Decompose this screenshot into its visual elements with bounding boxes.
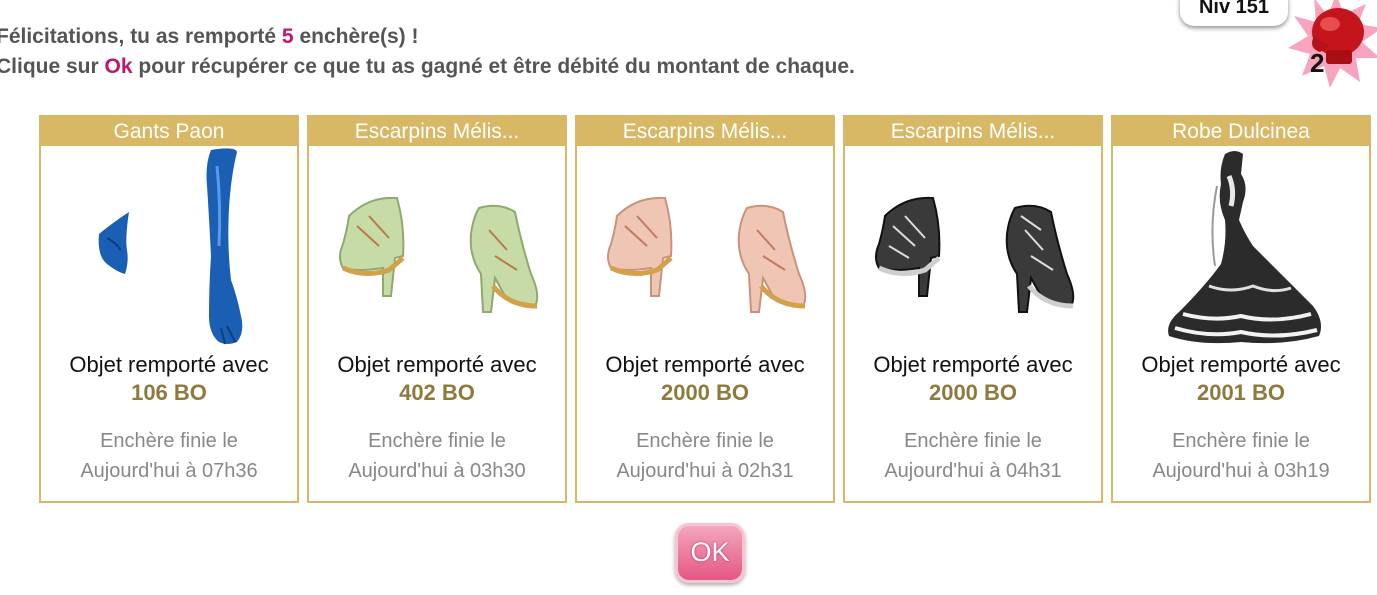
card-title: Gants Paon xyxy=(41,117,297,146)
won-label: Objet remporté avec xyxy=(605,352,805,377)
auction-end-date: Aujourd'hui à 03h30 xyxy=(348,460,526,482)
auction-card: Escarpins Mélis... Objet remporté avec 4… xyxy=(307,115,567,503)
auction-card: Escarpins Mélis... Objet remporté avec 2… xyxy=(575,115,835,503)
congrats-message: Félicitations, tu as remporté 5 enchère(… xyxy=(0,22,855,82)
auction-end-label: Enchère finie le xyxy=(368,430,506,452)
heel-shoe-icon xyxy=(607,196,673,297)
item-image-gloves xyxy=(41,146,297,351)
auction-end-date: Aujourd'hui à 02h31 xyxy=(616,460,794,482)
won-count: 5 xyxy=(281,25,294,48)
won-amount: 2000 BO xyxy=(928,380,1018,405)
heel-shoe-icon xyxy=(737,204,807,313)
heel-shoe-icon xyxy=(339,196,405,297)
ok-keyword: Ok xyxy=(104,55,133,78)
auction-end-label: Enchère finie le xyxy=(904,430,1042,452)
boxing-glove-icon[interactable] xyxy=(1286,0,1377,90)
level-badge: Niv 151 xyxy=(1180,0,1288,26)
congrats-text-end: enchère(s) ! xyxy=(299,25,419,48)
auction-end-date: Aujourd'hui à 07h36 xyxy=(80,460,258,482)
congrats-text: Félicitations, tu as remporté xyxy=(0,25,277,48)
auction-end-label: Enchère finie le xyxy=(1172,430,1310,452)
heel-shoe-icon xyxy=(1005,204,1075,313)
right-glove-icon xyxy=(206,148,243,345)
won-amount: 2001 BO xyxy=(1196,380,1286,405)
won-label: Objet remporté avec xyxy=(873,352,1073,377)
heel-shoe-icon xyxy=(469,204,539,313)
item-image-pink-heels xyxy=(577,146,833,351)
auction-end-date: Aujourd'hui à 03h19 xyxy=(1152,460,1330,482)
won-label: Objet remporté avec xyxy=(69,352,269,377)
auction-end-label: Enchère finie le xyxy=(636,430,774,452)
auction-card: Gants Paon Objet remporté avec 106 BO En… xyxy=(39,115,299,503)
auction-end-date: Aujourd'hui à 04h31 xyxy=(884,460,1062,482)
instruction-text: Clique sur xyxy=(0,55,99,78)
congrats-line-1: Félicitations, tu as remporté 5 enchère(… xyxy=(0,22,855,52)
card-title: Escarpins Mélis... xyxy=(309,117,565,146)
congrats-line-2: Clique sur Ok pour récupérer ce que tu a… xyxy=(0,52,855,82)
won-amount: 402 BO xyxy=(399,380,475,405)
auction-card: Robe Dulcinea Objet remporté avec 2001 B… xyxy=(1111,115,1371,503)
glove-count: 2 xyxy=(1310,48,1325,78)
card-title: Escarpins Mélis... xyxy=(577,117,833,146)
item-image-black-heels xyxy=(845,146,1101,351)
item-image-green-heels xyxy=(309,146,565,351)
level-label: Niv 151 xyxy=(1198,0,1270,18)
heel-shoe-icon xyxy=(875,196,941,297)
won-amount: 2000 BO xyxy=(660,380,750,405)
left-glove-icon xyxy=(98,212,129,274)
card-title: Robe Dulcinea xyxy=(1113,117,1369,146)
won-label: Objet remporté avec xyxy=(337,352,537,377)
won-amount: 106 BO xyxy=(131,380,207,405)
auction-card: Escarpins Mélis... Objet remporté avec 2… xyxy=(843,115,1103,503)
ruffle-dress-icon xyxy=(1168,151,1321,344)
won-label: Objet remporté avec xyxy=(1141,352,1341,377)
instruction-text-end: pour récupérer ce que tu as gagné et êtr… xyxy=(138,55,855,78)
item-image-dress xyxy=(1113,146,1369,351)
ok-button[interactable]: OK xyxy=(675,523,745,583)
card-title: Escarpins Mélis... xyxy=(845,117,1101,146)
auction-end-label: Enchère finie le xyxy=(100,430,238,452)
